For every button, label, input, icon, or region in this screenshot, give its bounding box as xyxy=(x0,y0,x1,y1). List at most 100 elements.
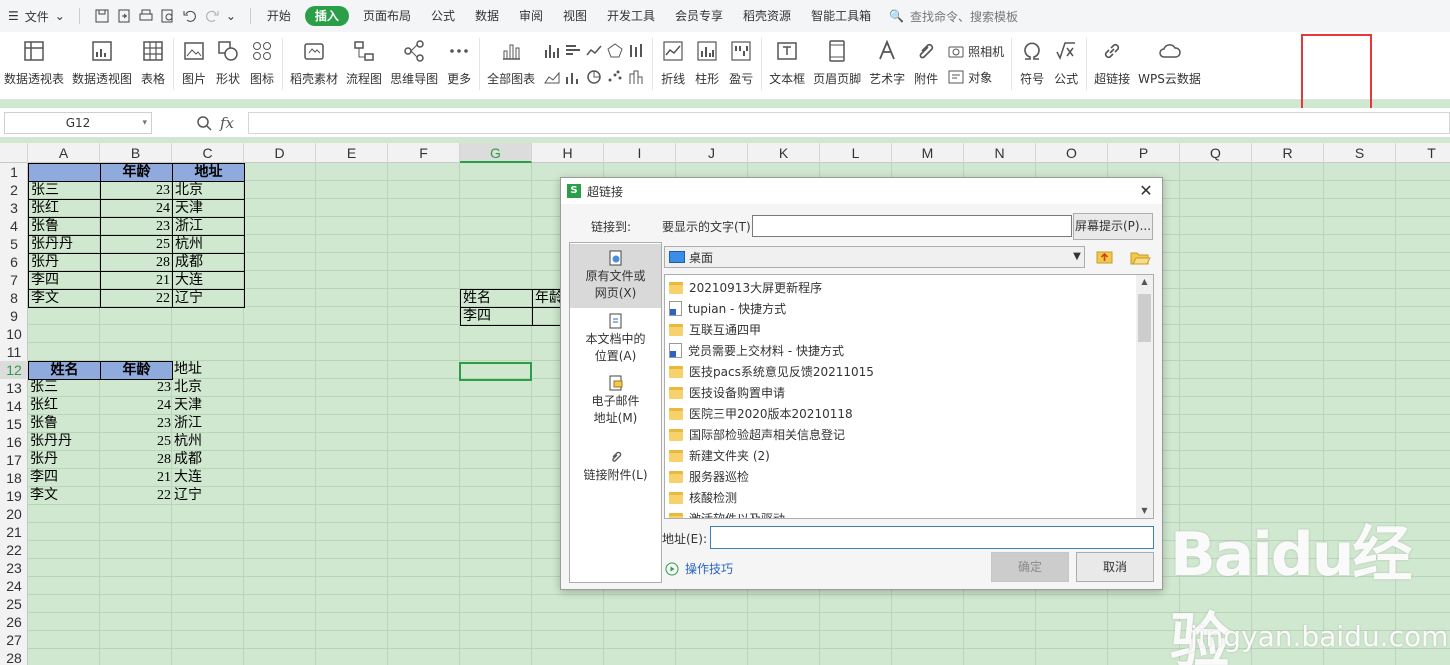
table2-address-cell[interactable]: 成都 xyxy=(172,451,245,470)
tab-developer[interactable]: 开发工具 xyxy=(597,6,665,26)
command-search[interactable]: 🔍 查找命令、搜索模板 xyxy=(881,8,1026,25)
more-button[interactable]: 更多 xyxy=(442,38,476,96)
row-header-8[interactable]: 8 xyxy=(0,289,28,307)
row-header-13[interactable]: 13 xyxy=(0,379,28,397)
row-header-6[interactable]: 6 xyxy=(0,253,28,271)
selected-cell[interactable] xyxy=(459,362,532,381)
row-header-28[interactable]: 28 xyxy=(0,649,28,665)
column-header-b[interactable]: B xyxy=(100,143,172,163)
table2-name-cell[interactable]: 张鲁 xyxy=(28,415,101,434)
column-header-f[interactable]: F xyxy=(388,143,460,163)
row-header-9[interactable]: 9 xyxy=(0,307,28,325)
row-header-10[interactable]: 10 xyxy=(0,325,28,343)
combo-chart-icon[interactable] xyxy=(564,68,582,86)
column-header-o[interactable]: O xyxy=(1036,143,1108,163)
file-list-item[interactable]: 医技设备购置申请 xyxy=(669,382,785,403)
table1-name-cell[interactable]: 张三 xyxy=(28,181,101,200)
pie-chart-icon[interactable] xyxy=(585,68,603,86)
row-header-22[interactable]: 22 xyxy=(0,541,28,559)
table2-address-cell[interactable]: 杭州 xyxy=(172,433,245,452)
row-header-20[interactable]: 20 xyxy=(0,505,28,523)
table2-address-cell[interactable]: 大连 xyxy=(172,469,245,488)
table1-age-cell[interactable]: 23 xyxy=(100,217,173,236)
icon-button[interactable]: 图标 xyxy=(245,38,279,96)
line-chart-icon[interactable] xyxy=(585,42,603,60)
file-list[interactable]: 20210913大屏更新程序 tupian - 快捷方式 互联互通四甲 党员需要上交材… xyxy=(664,274,1154,519)
wps-cloud-data-button[interactable]: WPS云数据 xyxy=(1134,38,1205,96)
redo-icon[interactable] xyxy=(204,8,220,24)
row-header-3[interactable]: 3 xyxy=(0,199,28,217)
table1-age-cell[interactable]: 23 xyxy=(100,181,173,200)
pivot-table-button[interactable]: 数据透视表 xyxy=(0,38,68,96)
row-header-14[interactable]: 14 xyxy=(0,397,28,415)
row-header-15[interactable]: 15 xyxy=(0,415,28,433)
chevron-down-icon[interactable]: ▼ xyxy=(1070,248,1084,266)
undo-icon[interactable] xyxy=(182,8,198,24)
stock-chart-icon[interactable] xyxy=(627,42,645,60)
formula-button[interactable]: 公式 xyxy=(1049,38,1083,96)
export-icon[interactable] xyxy=(116,8,132,24)
column-chart-icon[interactable] xyxy=(543,42,561,60)
table1-address-cell[interactable]: 天津 xyxy=(172,199,245,218)
table2-name-cell[interactable]: 张丹 xyxy=(28,451,101,470)
column-header-k[interactable]: K xyxy=(748,143,820,163)
row-header-11[interactable]: 11 xyxy=(0,343,28,361)
folder-dropdown[interactable]: 桌面 xyxy=(664,246,1085,268)
file-list-item[interactable]: 医院三甲2020版本20210118 xyxy=(669,403,853,424)
table1-age-cell[interactable]: 28 xyxy=(100,253,173,272)
radar-chart-icon[interactable] xyxy=(606,42,624,60)
row-header-21[interactable]: 21 xyxy=(0,523,28,541)
table2-header-cell[interactable]: 地址 xyxy=(172,361,245,380)
table1-name-cell[interactable]: 张红 xyxy=(28,199,101,218)
scroll-up-arrow[interactable]: ▲ xyxy=(1136,275,1153,289)
folder-up-icon[interactable] xyxy=(1092,246,1117,268)
print-preview-icon[interactable] xyxy=(160,8,176,24)
row-header-24[interactable]: 24 xyxy=(0,577,28,595)
pivot-chart-button[interactable]: 数据透视图 xyxy=(68,38,136,96)
object-button[interactable]: 对象 xyxy=(947,66,1004,88)
camera-button[interactable]: 照相机 xyxy=(947,40,1004,62)
row-header-2[interactable]: 2 xyxy=(0,181,28,199)
table2-age-cell[interactable]: 23 xyxy=(100,415,173,434)
file-list-item[interactable]: 互联互通四甲 xyxy=(669,319,761,340)
area-chart-icon[interactable] xyxy=(543,68,561,86)
ok-button[interactable]: 确定 xyxy=(991,552,1069,582)
file-list-item[interactable]: 国际部检验超声相关信息登记 xyxy=(669,424,845,445)
table2-name-cell[interactable]: 李四 xyxy=(28,469,101,488)
display-text-input[interactable] xyxy=(752,215,1072,237)
row-header-16[interactable]: 16 xyxy=(0,433,28,451)
textbox-button[interactable]: 文本框 xyxy=(765,38,809,96)
file-list-item[interactable]: 医技pacs系统意见反馈20211015 xyxy=(669,361,874,382)
tab-formulas[interactable]: 公式 xyxy=(421,6,465,26)
row-header-23[interactable]: 23 xyxy=(0,559,28,577)
table1-age-cell[interactable]: 25 xyxy=(100,235,173,254)
table2-age-cell[interactable]: 25 xyxy=(100,433,173,452)
wordart-button[interactable]: 艺术字 xyxy=(865,38,909,96)
tab-daoke[interactable]: 稻壳资源 xyxy=(733,6,801,26)
table2-header-cell[interactable]: 姓名 xyxy=(28,361,101,380)
table1-name-cell[interactable]: 张鲁 xyxy=(28,217,101,236)
file-list-item[interactable]: tupian - 快捷方式 xyxy=(669,298,786,319)
row-header-4[interactable]: 4 xyxy=(0,217,28,235)
table-button[interactable]: 表格 xyxy=(136,38,170,96)
sparkline-line-button[interactable]: 折线 xyxy=(656,38,690,96)
table2-name-cell[interactable]: 张红 xyxy=(28,397,101,416)
tab-review[interactable]: 审阅 xyxy=(509,6,553,26)
link-type-attachment[interactable]: 链接附件(L) xyxy=(570,449,661,493)
column-header-t[interactable]: T xyxy=(1396,143,1450,163)
mindmap-button[interactable]: 思维导图 xyxy=(386,38,442,96)
table2-address-cell[interactable]: 天津 xyxy=(172,397,245,416)
row-header-19[interactable]: 19 xyxy=(0,487,28,505)
flowchart-button[interactable]: 流程图 xyxy=(342,38,386,96)
name-box[interactable]: G12 ▾ xyxy=(4,112,152,134)
shape-button[interactable]: 形状 xyxy=(211,38,245,96)
fx-button[interactable]: fx xyxy=(220,114,234,132)
row-header-26[interactable]: 26 xyxy=(0,613,28,631)
file-list-item[interactable]: 20210913大屏更新程序 xyxy=(669,277,822,298)
attachment-button[interactable]: 附件 xyxy=(909,38,943,96)
table2-age-cell[interactable]: 28 xyxy=(100,451,173,470)
table1-address-cell[interactable]: 杭州 xyxy=(172,235,245,254)
table1-name-cell[interactable]: 张丹丹 xyxy=(28,235,101,254)
scrollbar-thumb[interactable] xyxy=(1138,294,1151,342)
table1-name-cell[interactable]: 李文 xyxy=(28,289,101,308)
